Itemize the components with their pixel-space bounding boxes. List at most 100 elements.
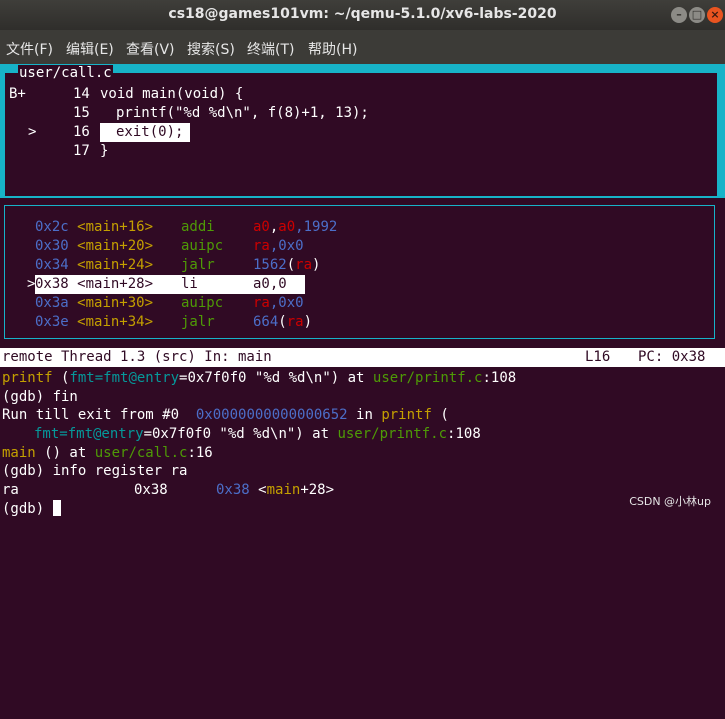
- console-line: fmt=fmt@entry=0x7f0f0 "%d %d\n") at user…: [34, 425, 481, 444]
- console-text: +28>: [300, 482, 335, 498]
- console-text: () at: [35, 445, 95, 461]
- prompt-text: (gdb): [2, 501, 53, 517]
- menu-edit[interactable]: 编辑(E): [66, 39, 114, 59]
- status-line: L16: [585, 349, 611, 365]
- file-path: user/printf.c: [337, 426, 448, 442]
- source-line-number: 17: [73, 143, 90, 159]
- asm-operands: ra,0x0: [253, 294, 304, 313]
- terminal[interactable]: user/call.c B+ 14 void main(void) { 15 p…: [0, 64, 725, 517]
- asm-register: ra: [253, 295, 270, 311]
- asm-register: ra: [253, 238, 270, 254]
- function-name: main: [266, 482, 301, 498]
- close-button[interactable]: ×: [707, 7, 723, 23]
- asm-immediate: 1562: [253, 257, 287, 273]
- current-line-marker: >: [28, 124, 37, 140]
- file-path: user/call.c: [94, 445, 188, 461]
- asm-address: 0x2c: [35, 219, 69, 235]
- assembly-panel: 0x2c <main+16> addi a0,a0,1992 0x30 <mai…: [4, 205, 715, 339]
- asm-address: 0x38: [35, 276, 69, 292]
- asm-symbol: <main+34>: [77, 314, 154, 330]
- gdb-prompt[interactable]: (gdb): [2, 500, 61, 519]
- asm-separator: ): [312, 257, 321, 273]
- console-text: =0x7f0f0 "%d %d\n") at: [143, 426, 338, 442]
- asm-separator: (: [278, 314, 287, 330]
- file-path: user/printf.c: [372, 370, 483, 386]
- console-line: Run till exit from #0 0x0000000000000652…: [2, 406, 449, 425]
- source-panel: user/call.c B+ 14 void main(void) { 15 p…: [0, 64, 725, 198]
- menu-file[interactable]: 文件(F): [6, 39, 53, 59]
- window-title: cs18@games101vm: ~/qemu-5.1.0/xv6-labs-2…: [168, 6, 557, 22]
- source-code: }: [100, 143, 109, 159]
- asm-opcode: jalr: [181, 314, 215, 330]
- asm-opcode: li: [181, 276, 198, 292]
- asm-register: a0: [253, 219, 270, 235]
- console-line: printf (fmt=fmt@entry=0x7f0f0 "%d %d\n")…: [2, 369, 516, 388]
- asm-address: 0x30: [35, 238, 69, 254]
- maximize-button[interactable]: □: [689, 7, 705, 23]
- asm-symbol: <main+30>: [77, 295, 154, 311]
- asm-address: 0x3a: [35, 295, 69, 311]
- menu-terminal[interactable]: 终端(T): [247, 39, 294, 59]
- asm-opcode: auipc: [181, 238, 224, 254]
- asm-address: 0x34: [35, 257, 69, 273]
- source-line: B+: [9, 85, 26, 104]
- asm-row: 0x34 <main+24>: [35, 256, 153, 275]
- function-name: main: [2, 445, 36, 461]
- console-line: main () at user/call.c:16: [2, 444, 213, 463]
- asm-row: 0x3a <main+30>: [35, 294, 153, 313]
- console-text: in: [347, 407, 382, 423]
- console-line: (gdb) fin: [2, 389, 78, 405]
- console-text: :108: [447, 426, 481, 442]
- register-name: ra: [2, 482, 19, 498]
- console-text: =0x7f0f0 "%d %d\n") at: [179, 370, 373, 386]
- asm-operands: a0,a0,1992: [253, 218, 337, 237]
- menu-view[interactable]: 查看(V): [126, 39, 175, 59]
- source-filename: user/call.c: [18, 65, 113, 82]
- asm-operands: ra,0x0: [253, 237, 304, 256]
- asm-symbol: <main+20>: [77, 238, 154, 254]
- minimize-button[interactable]: –: [671, 7, 687, 23]
- breakpoint-marker: B+: [9, 86, 26, 102]
- asm-operands: 1562(ra): [253, 256, 320, 275]
- source-view: B+ 14 void main(void) { 15 printf("%d %d…: [5, 73, 717, 196]
- address: 0x38: [216, 482, 250, 498]
- source-code: exit(0);: [116, 124, 184, 140]
- console-text: :16: [187, 445, 213, 461]
- source-code: void main(void) {: [100, 86, 244, 102]
- status-thread: remote Thread 1.3 (src) In: main: [2, 349, 272, 365]
- console-text: Run till exit from #0: [2, 407, 196, 423]
- asm-operands: 664(ra): [253, 313, 312, 332]
- function-name: printf: [2, 370, 53, 386]
- asm-row: 0x2c <main+16>: [35, 218, 153, 237]
- menu-search[interactable]: 搜索(S): [187, 39, 235, 59]
- console-line: (gdb) info register ra: [2, 463, 188, 479]
- status-pc: PC: 0x38: [638, 349, 706, 365]
- asm-separator: (: [286, 257, 296, 273]
- asm-symbol: <main+24>: [77, 257, 154, 273]
- asm-row: 0x30 <main+20>: [35, 237, 153, 256]
- text-cursor: [52, 500, 61, 516]
- source-line-number: 15: [73, 105, 90, 121]
- watermark: CSDN @小林up: [629, 495, 711, 508]
- asm-separator: ): [303, 314, 313, 330]
- address: 0x0000000000000652: [195, 407, 348, 423]
- asm-register: a0: [278, 219, 296, 235]
- asm-immediate: ,0x0: [269, 238, 304, 254]
- source-line-number: 14: [73, 86, 90, 102]
- asm-immediate: ,0x0: [269, 295, 304, 311]
- argument-name: fmt=fmt@entry: [34, 426, 144, 442]
- source-line-number: 16: [73, 124, 90, 140]
- gdb-status-bar: remote Thread 1.3 (src) In: main L16 PC:…: [0, 348, 725, 367]
- current-source-line: exit(0);: [100, 123, 190, 142]
- asm-register: ra: [286, 314, 304, 330]
- asm-immediate: ,1992: [295, 219, 338, 235]
- console-text: :108: [482, 370, 517, 386]
- source-code: printf("%d %d\n", f(8)+1, 13);: [116, 105, 369, 121]
- asm-symbol: <main+16>: [77, 219, 154, 235]
- argument-name: fmt=fmt@entry: [69, 370, 180, 386]
- menu-help[interactable]: 帮助(H): [308, 39, 357, 59]
- console-text: <: [258, 482, 267, 498]
- asm-symbol: <main+28>: [77, 276, 154, 292]
- console-text: (: [431, 407, 449, 423]
- asm-row: 0x3e <main+34>: [35, 313, 153, 332]
